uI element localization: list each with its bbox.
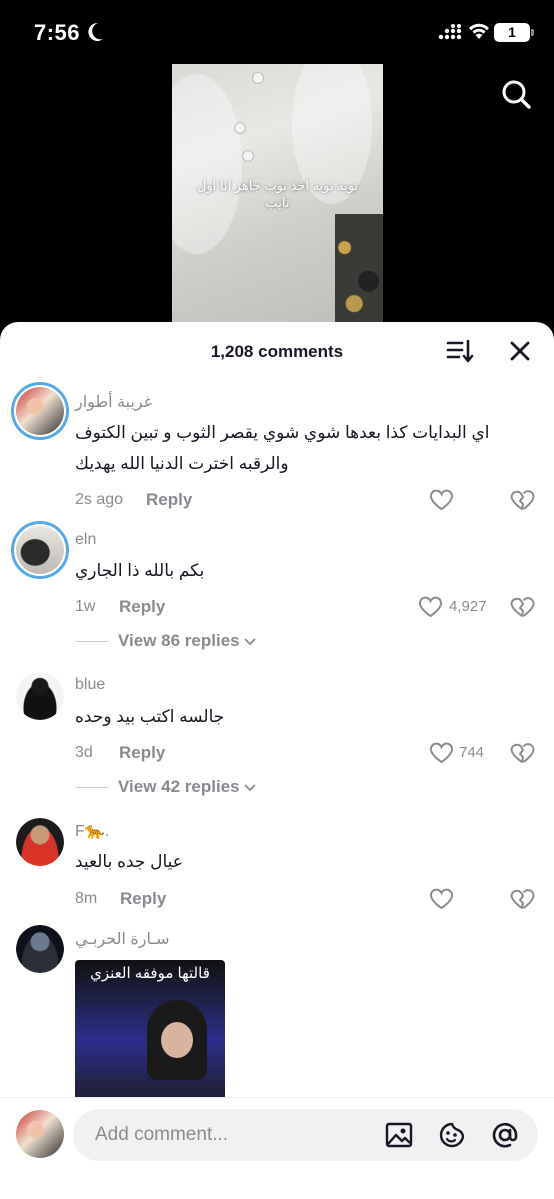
- view-replies-label: View 42 replies: [118, 777, 240, 796]
- video-player[interactable]: توبه توبه اخذ ثوب جاهز انا اول تايب: [172, 64, 383, 326]
- like-count: 4,927: [449, 598, 487, 615]
- close-icon[interactable]: [507, 338, 533, 364]
- avatar-image: [16, 925, 64, 973]
- replies-divider: [76, 787, 108, 789]
- comment-item: سـارة الحربـي قالتها موفقه العنزي: [0, 925, 554, 1105]
- avatar[interactable]: [16, 925, 64, 973]
- reply-button[interactable]: Reply: [120, 889, 166, 909]
- shirt-button: [234, 122, 246, 134]
- shirt-button: [252, 72, 264, 84]
- comment-time: 1w: [75, 598, 96, 615]
- my-avatar: [16, 1110, 64, 1158]
- comment-text: اي البدايات كذا بعدها شوي شوي يقصر الثوب…: [75, 423, 490, 473]
- search-icon[interactable]: [500, 78, 532, 110]
- avatar[interactable]: [11, 382, 69, 440]
- avatar-image: [16, 526, 64, 574]
- comment-item: F🐆. عيال جده بالعيد 8m Reply: [0, 818, 554, 918]
- avatar[interactable]: [16, 672, 64, 720]
- comment-username[interactable]: غريبة أطوار: [75, 392, 152, 412]
- heart-icon[interactable]: [418, 595, 443, 618]
- comment-text: جالسه اكتب بيد وحده: [75, 707, 225, 726]
- comment-time: 8m: [75, 890, 98, 907]
- broken-heart-icon[interactable]: [510, 595, 535, 618]
- sticker-emoji-icon[interactable]: [437, 1120, 467, 1150]
- broken-heart-icon[interactable]: [510, 741, 535, 764]
- comment-username[interactable]: eln: [75, 531, 96, 549]
- battery-indicator: 1: [494, 23, 530, 42]
- comment-gif[interactable]: قالتها موفقه العنزي: [75, 960, 225, 1105]
- battery-level: 1: [508, 24, 516, 40]
- sort-icon[interactable]: [446, 338, 474, 364]
- avatar-image: [16, 387, 64, 435]
- comment-text: عيال جده بالعيد: [75, 852, 183, 871]
- comments-sheet: 1,208 comments غريبة أطوار اي البدايات ك…: [0, 322, 554, 1199]
- reply-button[interactable]: Reply: [146, 490, 192, 510]
- gif-face: [161, 1022, 193, 1058]
- view-replies-link[interactable]: View 86 replies: [76, 631, 256, 651]
- comment-item: blue جالسه اكتب بيد وحده 3d Reply 744 Vi…: [0, 672, 554, 812]
- chevron-down-icon: [244, 784, 256, 792]
- heart-icon[interactable]: [429, 741, 454, 764]
- broken-heart-icon[interactable]: [510, 488, 535, 511]
- comment-username[interactable]: F🐆.: [75, 821, 109, 841]
- replies-divider: [76, 641, 108, 643]
- comment-item: eln بكم بالله ذا الجاري 1w Reply 4,927 V…: [0, 521, 554, 661]
- broken-heart-icon[interactable]: [510, 887, 535, 910]
- reply-button[interactable]: Reply: [119, 743, 165, 763]
- video-caption: توبه توبه اخذ ثوب جاهز انا اول تايب: [196, 178, 359, 210]
- avatar[interactable]: [11, 521, 69, 579]
- moon-icon: [88, 22, 103, 41]
- video-background-pattern: [335, 214, 383, 326]
- shirt-button: [242, 150, 254, 162]
- comment-username[interactable]: سـارة الحربـي: [75, 929, 169, 949]
- heart-icon[interactable]: [429, 488, 454, 511]
- avatar-image: [16, 818, 64, 866]
- comment-username[interactable]: blue: [75, 676, 105, 694]
- avatar[interactable]: [16, 818, 64, 866]
- chevron-down-icon: [244, 638, 256, 646]
- comment-input[interactable]: Add comment...: [73, 1109, 538, 1161]
- gif-caption: قالتها موفقه العنزي: [90, 965, 210, 982]
- mention-icon[interactable]: [490, 1120, 520, 1150]
- comment-composer: Add comment...: [0, 1097, 554, 1199]
- wifi-icon: [469, 23, 489, 39]
- like-count: 744: [459, 744, 485, 761]
- view-replies-link[interactable]: View 42 replies: [76, 777, 256, 797]
- comment-item: غريبة أطوار اي البدايات كذا بعدها شوي شو…: [0, 382, 554, 522]
- cellular-signal-icon: [438, 24, 462, 40]
- comment-input-placeholder: Add comment...: [95, 1124, 229, 1145]
- avatar-image: [16, 672, 64, 720]
- video-shading: [172, 74, 242, 254]
- comment-time: 2s ago: [75, 491, 124, 508]
- heart-icon[interactable]: [429, 887, 454, 910]
- avatar-image: [16, 1110, 64, 1158]
- image-icon[interactable]: [384, 1120, 414, 1150]
- comment-text: بكم بالله ذا الجاري: [75, 561, 205, 580]
- comment-time: 3d: [75, 744, 93, 761]
- status-bar: 7:56 1: [0, 0, 554, 64]
- reply-button[interactable]: Reply: [119, 597, 165, 617]
- view-replies-label: View 86 replies: [118, 631, 240, 650]
- status-time: 7:56: [34, 20, 81, 45]
- battery-nub: [531, 29, 534, 36]
